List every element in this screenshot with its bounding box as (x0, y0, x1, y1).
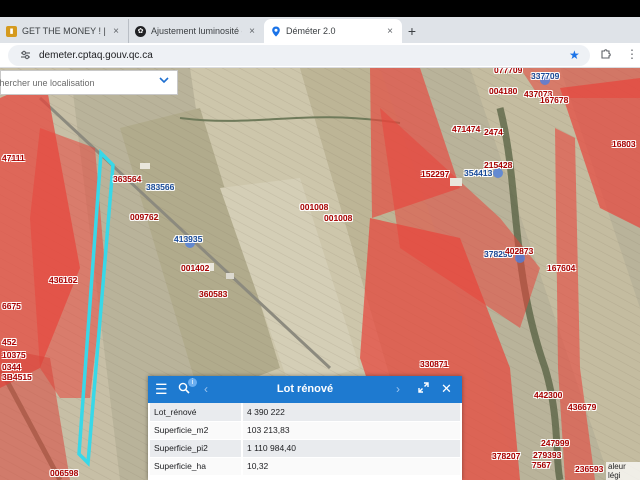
legend-label[interactable]: aleur légi (606, 462, 640, 480)
site-settings-icon[interactable] (20, 49, 31, 63)
location-search (0, 70, 178, 95)
lot-label[interactable]: 001008 (324, 214, 352, 223)
lot-label[interactable]: 471474 (452, 125, 480, 134)
trello-icon: ▮ (6, 25, 17, 37)
attribute-value: 10,32 (242, 457, 460, 476)
next-icon[interactable]: › (396, 382, 400, 396)
tab-strip: ▮ GET THE MONEY ! | Trello × ✿ Ajustemen… (0, 17, 640, 43)
attribute-key: Lot_rénové (150, 403, 243, 422)
tab-demeter[interactable]: Déméter 2.0 × (264, 19, 402, 43)
tab-trello[interactable]: ▮ GET THE MONEY ! | Trello × (0, 19, 128, 43)
lot-label[interactable]: 006598 (50, 469, 78, 478)
lot-label[interactable]: 436679 (568, 403, 596, 412)
lot-label[interactable]: 0344 (2, 363, 21, 372)
location-search-input[interactable] (0, 77, 145, 88)
panel-header: ☰ i ‹ Lot rénové › ✕ (148, 376, 462, 403)
lot-label[interactable]: 167678 (540, 96, 568, 105)
lot-label[interactable]: 436162 (49, 276, 77, 285)
lot-label[interactable]: 354413 (464, 169, 492, 178)
lot-label[interactable]: 402873 (505, 247, 533, 256)
close-tab-icon[interactable]: × (110, 26, 122, 37)
new-tab-button[interactable]: + (402, 19, 422, 43)
lot-label[interactable]: 001402 (181, 264, 209, 273)
tab-title: GET THE MONEY ! | Trello (22, 26, 106, 36)
lot-label[interactable]: 6675 (2, 302, 21, 311)
browser-menu-icon[interactable]: ⋮ (626, 47, 638, 61)
lot-label[interactable]: 383566 (146, 183, 174, 192)
lot-label[interactable]: 279393 (533, 451, 561, 460)
lot-label[interactable]: 363564 (113, 175, 141, 184)
attribute-key: Superficie_m2 (150, 421, 243, 440)
attribute-value: 103 213,83 (242, 421, 460, 440)
lot-label[interactable]: 004180 (489, 87, 517, 96)
lot-label[interactable]: 452 (2, 338, 16, 347)
attribute-key: Superficie_pi2 (150, 439, 243, 458)
lot-label[interactable]: 3B4515 (2, 373, 32, 382)
extensions-icon[interactable] (600, 48, 611, 62)
lot-label[interactable]: 337709 (531, 72, 559, 81)
attribute-value: 1 110 984,40 (242, 439, 460, 458)
screen-bezel (0, 0, 640, 17)
table-row: Lot_rénové 4 390 222 (150, 403, 460, 422)
lot-label[interactable]: 442300 (534, 391, 562, 400)
table-row: Superficie_pi2 1 110 984,40 (150, 439, 460, 458)
lot-label[interactable]: 10375 (2, 351, 26, 360)
lot-label[interactable]: 16803 (612, 140, 636, 149)
tab-title: Déméter 2.0 (286, 26, 336, 36)
lot-label[interactable]: 378207 (492, 452, 520, 461)
close-tab-icon[interactable]: × (246, 26, 258, 37)
close-icon[interactable]: ✕ (441, 381, 452, 397)
lot-label[interactable]: 077709 (494, 68, 522, 75)
omnibox[interactable]: demeter.cptaq.gouv.qc.ca (8, 45, 590, 66)
lot-label[interactable]: 167604 (547, 264, 575, 273)
table-row: Superficie_ha 10,32 (150, 457, 460, 476)
attribute-table: Lot_rénové 4 390 222 Superficie_m2 103 2… (150, 403, 460, 476)
chevron-down-icon[interactable] (159, 75, 169, 87)
address-bar-row: demeter.cptaq.gouv.qc.ca ★ ⋮ (0, 43, 640, 68)
lot-label[interactable]: 330871 (420, 360, 448, 369)
lot-label[interactable]: 152297 (421, 170, 449, 179)
lot-label[interactable]: 47111 (2, 154, 25, 163)
attribute-value: 4 390 222 (242, 403, 460, 422)
chatgpt-icon: ✿ (135, 25, 146, 37)
attribute-key: Superficie_ha (150, 457, 243, 476)
lot-info-panel: ☰ i ‹ Lot rénové › ✕ Lot_rénové 4 390 22… (148, 376, 462, 480)
table-row: Superficie_m2 103 213,83 (150, 421, 460, 440)
lot-label[interactable]: 009762 (130, 213, 158, 222)
tab-title: Ajustement luminosité et taill (151, 26, 242, 36)
lot-label[interactable]: 7567 (532, 461, 551, 470)
lot-label[interactable]: 360583 (199, 290, 227, 299)
url-text[interactable]: demeter.cptaq.gouv.qc.ca (39, 50, 153, 61)
location-pin-icon (270, 26, 281, 37)
tab-chatgpt[interactable]: ✿ Ajustement luminosité et taill × (128, 19, 264, 43)
panel-title: Lot rénové (276, 383, 334, 395)
close-tab-icon[interactable]: × (384, 26, 396, 37)
lot-label[interactable]: 2474 (484, 128, 503, 137)
lot-label[interactable]: 247999 (541, 439, 569, 448)
lot-label[interactable]: 413935 (174, 235, 202, 244)
lot-label[interactable]: 236593 (575, 465, 603, 474)
bookmark-star-icon[interactable]: ★ (569, 48, 580, 62)
expand-icon[interactable] (418, 382, 429, 396)
lot-label[interactable]: 001008 (300, 203, 328, 212)
